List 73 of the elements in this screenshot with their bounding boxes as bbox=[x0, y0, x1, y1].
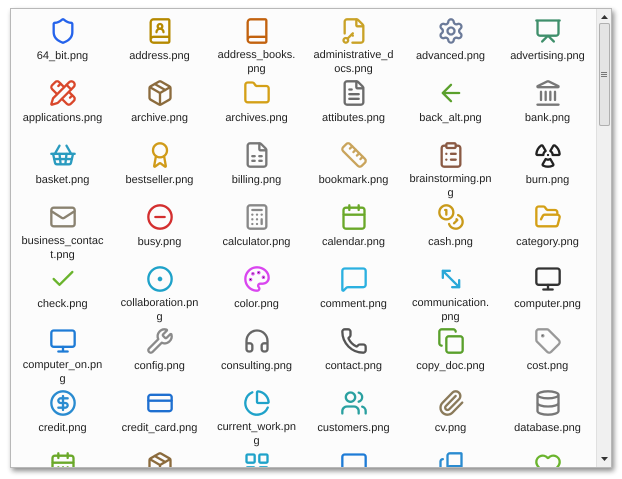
grip-icon bbox=[601, 72, 607, 77]
file-name[interactable]: archives.png bbox=[216, 111, 298, 125]
scrollbar-thumb[interactable] bbox=[598, 23, 610, 126]
file-name[interactable]: cost.png bbox=[506, 359, 588, 373]
file-name[interactable]: computer.png bbox=[506, 297, 588, 311]
phone-icon bbox=[340, 327, 368, 355]
file-name[interactable]: comment.png bbox=[312, 297, 394, 311]
file-name[interactable]: category.png bbox=[506, 235, 588, 249]
calendar-icon bbox=[340, 203, 368, 231]
file-name[interactable]: calendar.png bbox=[312, 235, 394, 249]
up-arrow-icon[interactable] bbox=[600, 15, 608, 19]
file-name[interactable]: database.png bbox=[506, 421, 588, 435]
file-name[interactable]: bank.png bbox=[506, 111, 588, 125]
file-name[interactable]: calculator.png bbox=[216, 235, 298, 249]
file-name[interactable]: color.png bbox=[216, 297, 298, 311]
file-name[interactable]: back_alt.png bbox=[410, 111, 492, 125]
presentation-board-icon bbox=[534, 17, 562, 45]
circle-dot-icon bbox=[146, 264, 174, 292]
file-name[interactable]: busy.png bbox=[118, 235, 200, 249]
coins-icon bbox=[436, 203, 464, 231]
file-name[interactable]: consulting.png bbox=[216, 359, 298, 373]
down-arrow-icon[interactable] bbox=[600, 457, 608, 461]
pencil-ruler-icon bbox=[48, 79, 76, 107]
file-name[interactable]: advanced.png bbox=[410, 49, 492, 63]
file-name[interactable]: collaboration.png bbox=[118, 296, 200, 324]
paperclip-icon bbox=[436, 389, 464, 417]
file-name[interactable]: copy_doc.png bbox=[410, 359, 492, 373]
file-name[interactable]: check.png bbox=[22, 297, 104, 311]
file-name[interactable]: 64_bit.png bbox=[22, 49, 104, 63]
file-name[interactable]: computer_on.png bbox=[22, 358, 104, 386]
file-name[interactable]: credit_card.png bbox=[118, 421, 200, 435]
file-name[interactable]: bookmark.png bbox=[312, 173, 394, 187]
file-name[interactable]: applications.png bbox=[22, 111, 104, 125]
file-name[interactable]: advertising.png bbox=[506, 49, 588, 63]
file-name[interactable]: archive.png bbox=[118, 111, 200, 125]
box-icon bbox=[146, 79, 174, 107]
file-name[interactable]: customers.png bbox=[312, 421, 394, 435]
file-name[interactable]: address.png bbox=[118, 49, 200, 63]
file-name[interactable]: burn.png bbox=[506, 173, 588, 187]
file-name[interactable]: administrative_docs.png bbox=[312, 48, 394, 76]
radiation-icon bbox=[534, 141, 562, 169]
file-name[interactable]: communication.png bbox=[410, 296, 492, 324]
file-name[interactable]: address_books.png bbox=[216, 48, 298, 76]
headset-icon bbox=[242, 327, 270, 355]
ruler-icon bbox=[340, 141, 368, 169]
file-name[interactable]: contact.png bbox=[312, 359, 394, 373]
document-key-icon bbox=[340, 16, 368, 44]
palette-icon bbox=[242, 265, 270, 293]
database-icon bbox=[534, 389, 562, 417]
wrench-icon bbox=[146, 327, 174, 355]
copy-icon bbox=[436, 327, 464, 355]
file-name[interactable]: attibutes.png bbox=[312, 111, 394, 125]
file-name[interactable]: business_contact.png bbox=[22, 234, 104, 262]
pie-chart-icon bbox=[242, 388, 270, 416]
monitor-icon bbox=[48, 326, 76, 354]
file-name[interactable]: bestseller.png bbox=[118, 173, 200, 187]
people-icon bbox=[340, 389, 368, 417]
file-name[interactable]: current_work.png bbox=[216, 420, 298, 448]
speech-bubble-icon bbox=[340, 265, 368, 293]
scrollbar[interactable] bbox=[596, 9, 611, 467]
file-name[interactable]: basket.png bbox=[22, 173, 104, 187]
gear-icon bbox=[436, 17, 464, 45]
file-name[interactable]: billing.png bbox=[216, 173, 298, 187]
file-name[interactable]: credit.png bbox=[22, 421, 104, 435]
file-name[interactable]: cash.png bbox=[410, 235, 492, 249]
bank-icon bbox=[534, 79, 562, 107]
tag-icon bbox=[534, 327, 562, 355]
file-name[interactable]: brainstorming.png bbox=[410, 172, 492, 200]
monitor-icon bbox=[534, 265, 562, 293]
file-name[interactable]: config.png bbox=[118, 359, 200, 373]
dollar-coin-icon bbox=[48, 389, 76, 417]
file-name[interactable]: cv.png bbox=[410, 421, 492, 435]
minus-circle-icon bbox=[146, 203, 174, 231]
